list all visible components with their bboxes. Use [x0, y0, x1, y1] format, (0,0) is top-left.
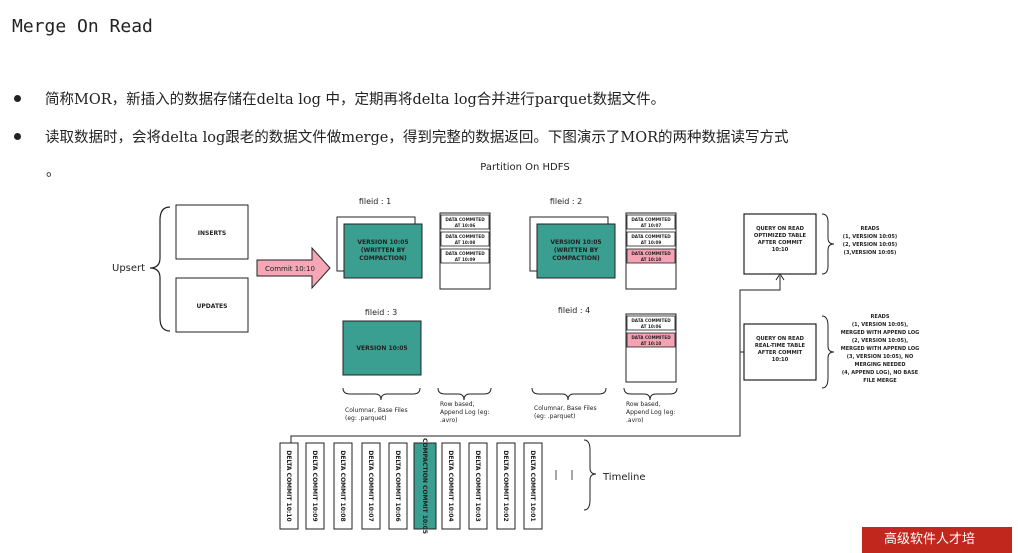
reads-rt-text: (3, VERSION 10:05), NO — [847, 354, 913, 360]
version-line: VERSION 10:05 — [357, 239, 408, 246]
reads-rt-text: FILE MERGE — [863, 378, 897, 384]
reads-rt-text: MERGED WITH APPEND LOG — [841, 346, 919, 352]
timeline-commit-label: DELTA COMMIT 10:09 — [311, 450, 318, 521]
columnar-label: Columnar, Base Files — [534, 405, 597, 412]
mor-diagram: Partition On HDFS Upsert INSERTS UPDATES… — [112, 162, 919, 534]
query-rt-text: REAL-TIME TABLE — [755, 343, 806, 349]
rowbased-label: .avro) — [626, 417, 643, 424]
log-text: AT 10:09 — [641, 240, 662, 245]
upsert-brace — [149, 206, 171, 332]
version-line: (WRITTEN BY — [554, 247, 599, 254]
version-line: COMPACTION) — [359, 255, 407, 262]
timeline-label: Timeline — [602, 472, 646, 483]
timeline-commit-label: DELTA COMMIT 10:04 — [447, 450, 454, 521]
timeline-commit-label: DELTA COMMIT 10:08 — [339, 450, 346, 521]
rowbased-label: Append Log (eg: — [440, 409, 489, 416]
fileid-3-label: fileid : 3 — [365, 308, 397, 317]
log-text: AT 10:06 — [641, 324, 662, 329]
reads-rt-text: (2, VERSION 10:05), — [852, 338, 908, 344]
query-ro-text: 10:10 — [772, 247, 789, 253]
timeline-commit-label: DELTA COMMIT 10:03 — [474, 450, 481, 521]
query-ro-text: AFTER COMMIT — [758, 240, 803, 246]
log-text: DATA COMMITED — [445, 251, 485, 256]
log-text: DATA COMMITED — [631, 318, 671, 323]
rowbased-label: Row based, — [626, 401, 660, 408]
version-line: (WRITTEN BY — [361, 247, 406, 254]
reads-ro-text: READS — [861, 226, 880, 232]
reads-rt-text: (1, VERSION 10:05), — [852, 322, 908, 328]
query-ro-text: OPTIMIZED TABLE — [754, 233, 807, 239]
timeline-commit-label: DELTA COMMIT 10:07 — [367, 450, 374, 521]
query-rt-text: QUERY ON READ — [756, 336, 805, 342]
log-text: DATA COMMITED — [631, 234, 671, 239]
reads-ro-text: (3,VERSION 10:05) — [844, 250, 897, 256]
log-text: DATA COMMITED — [445, 234, 485, 239]
log-text: DATA COMMITED — [631, 335, 671, 340]
version-line: VERSION 10:05 — [550, 239, 601, 246]
rowbased-label: Row based, — [440, 401, 474, 408]
fileid-1-label: fileid : 1 — [359, 197, 391, 206]
rowbased-label: Append Log (eg: — [626, 409, 675, 416]
log-text: AT 10:07 — [641, 223, 662, 228]
log-text: AT 10:10 — [641, 341, 662, 346]
columnar-brace-2 — [531, 387, 607, 401]
reads-brace-rt — [821, 315, 835, 389]
columnar-brace-1 — [342, 387, 421, 401]
reads-rt-text: MERGED WITH APPEND LOG — [841, 330, 919, 336]
log-text: AT 10:06 — [455, 223, 476, 228]
query-rt-text: 10:10 — [772, 357, 789, 363]
reads-ro-text: (2, VERSION 10:05) — [843, 242, 897, 248]
log-text: DATA COMMITED — [445, 217, 485, 222]
timeline-commit-label: DELTA COMMIT 10:10 — [285, 450, 292, 521]
watermark-banner: 高级软件人才培 — [862, 527, 1012, 553]
query-rt-text: AFTER COMMIT — [758, 350, 803, 356]
reads-rt-text: (4, APPEND LOG), NO BASE — [842, 370, 919, 376]
timeline-commit-label: DELTA COMMIT 10:01 — [529, 450, 536, 521]
updates-label: UPDATES — [197, 303, 228, 310]
version-line: VERSION 10:05 — [356, 345, 407, 352]
timeline-commit-label: DELTA COMMIT 10:06 — [394, 450, 401, 521]
rowbased-label: .avro) — [440, 417, 457, 424]
fileid-2-label: fileid : 2 — [550, 197, 582, 206]
diagram-header: Partition On HDFS — [480, 162, 569, 173]
log-text: AT 10:10 — [641, 257, 662, 262]
commit-label: Commit 10:10 — [265, 265, 315, 273]
reads-rt-text: MERGING NEEDED — [855, 362, 906, 368]
log-text: AT 10:08 — [455, 240, 476, 245]
timeline-commit-label: DELTA COMMIT 10:02 — [502, 450, 509, 521]
timeline: DELTA COMMIT 10:10 DELTA COMMIT 10:09 DE… — [279, 438, 573, 534]
columnar-label: (eg: .parquet) — [345, 415, 387, 422]
log-text: DATA COMMITED — [631, 217, 671, 222]
reads-ro-text: (1, VERSION 10:05) — [843, 234, 897, 240]
columnar-label: (eg: .parquet) — [534, 413, 576, 420]
reads-brace-ro — [821, 213, 835, 275]
log-text: DATA COMMITED — [631, 251, 671, 256]
fileid-4-label: fileid : 4 — [558, 306, 590, 315]
query-ro-text: QUERY ON READ — [756, 226, 805, 232]
log-text: AT 10:09 — [455, 257, 476, 262]
timeline-brace — [583, 439, 597, 511]
rowbased-brace-2 — [623, 387, 678, 401]
timeline-commit-label: COMPACTION COMMIT 10:05 — [421, 438, 428, 534]
rowbased-brace-1 — [437, 387, 492, 401]
columnar-label: Columnar, Base Files — [345, 407, 408, 414]
inserts-label: INSERTS — [198, 230, 226, 237]
reads-rt-text: READS — [871, 314, 890, 320]
version-line: COMPACTION) — [552, 255, 600, 262]
upsert-label: Upsert — [112, 263, 145, 274]
